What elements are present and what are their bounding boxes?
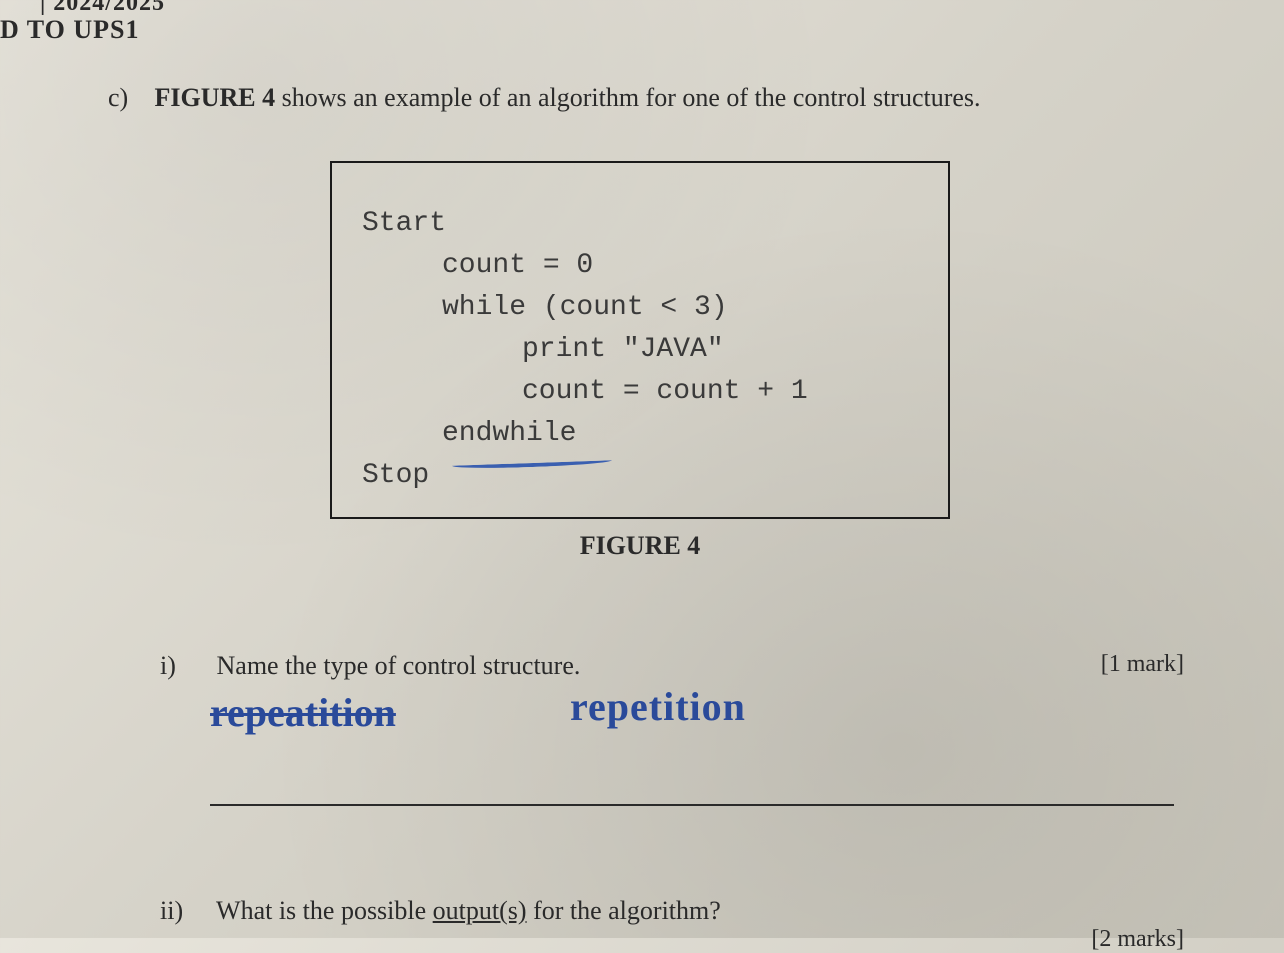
page-content: | 2024/2025 D TO UPS1 c) FIGURE 4 shows … (0, 0, 1284, 926)
sub-i-marks: [1 mark] (1101, 651, 1184, 678)
code-line-increment: count = count + 1 (362, 371, 918, 413)
question-c: c) FIGURE 4 shows an example of an algor… (108, 83, 1244, 113)
sub-ii-marks: [2 marks] (1091, 926, 1184, 953)
sub-i-text: Name the type of control structure. (217, 651, 581, 680)
question-c-text: shows an example of an algorithm for one… (275, 83, 980, 112)
code-line-stop: Stop (362, 455, 918, 497)
code-line-init: count = 0 (362, 245, 918, 287)
question-c-label: c) (108, 83, 148, 113)
handwritten-answer: repetition (570, 683, 746, 730)
code-line-endwhile: endwhile (362, 413, 918, 455)
sub-question-i: i) Name the type of control structure. [… (160, 651, 1244, 681)
sub-ii-text-1: What is the possible (216, 896, 433, 925)
code-line-start: Start (362, 203, 918, 245)
sub-ii-label: ii) (160, 896, 210, 926)
figure-ref: FIGURE 4 (155, 83, 276, 112)
sub-ii-text-2: for the algorithm? (527, 896, 721, 925)
header-ups-fragment: D TO UPS1 (0, 15, 1244, 45)
handwritten-answer-row: repeatition repetition (210, 689, 1244, 749)
sub-i-label: i) (160, 651, 210, 681)
figure-caption: FIGURE 4 (330, 531, 950, 561)
code-line-print: print "JAVA" (362, 329, 918, 371)
sub-question-ii: ii) What is the possible output(s) for t… (160, 896, 1244, 926)
code-line-while: while (count < 3) (362, 287, 918, 329)
pseudocode-box: Start count = 0 while (count < 3) print … (330, 161, 950, 519)
sub-ii-underlined: output(s) (433, 896, 527, 925)
answer-underline (210, 804, 1174, 806)
handwritten-crossed: repeatition (210, 689, 396, 736)
